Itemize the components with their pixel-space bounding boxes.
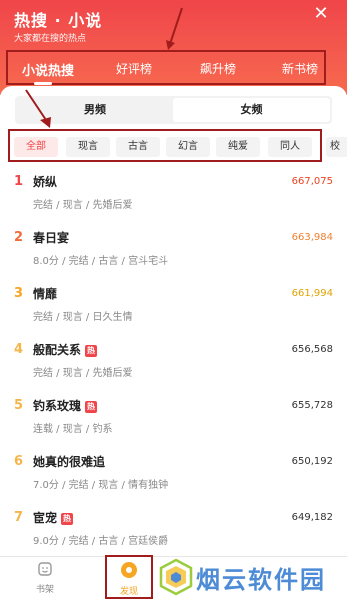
nav-bookshelf[interactable]: 书架 bbox=[25, 561, 65, 595]
gender-switch: 男频 女频 bbox=[15, 96, 332, 124]
book-meta: 9.0分 / 完结 / 古言 / 宫廷侯爵 bbox=[33, 536, 169, 547]
category-chip-bl[interactable]: 纯爱 bbox=[216, 137, 260, 157]
book-meta: 完结 / 现言 / 先婚后爱 bbox=[33, 200, 133, 211]
tab-active-indicator bbox=[34, 82, 52, 85]
bookshelf-icon bbox=[38, 562, 52, 576]
list-item[interactable]: 7 宦宠热 9.0分 / 完结 / 古言 / 宫廷侯爵 649,182 bbox=[0, 504, 347, 560]
category-chip-fanfic[interactable]: 同人 bbox=[268, 137, 312, 157]
nav-label: 书架 bbox=[35, 585, 54, 595]
hot-count: 649,182 bbox=[291, 512, 333, 523]
page-title: 热搜 · 小说 bbox=[14, 11, 103, 30]
category-chip-campus[interactable]: 校园 bbox=[326, 137, 347, 157]
watermark-logo-icon bbox=[159, 558, 193, 596]
rank-number: 1 bbox=[14, 174, 24, 189]
discover-highlight-box bbox=[105, 555, 153, 599]
book-meta: 完结 / 现言 / 日久生情 bbox=[33, 312, 133, 323]
book-title: 娇纵 bbox=[33, 175, 58, 189]
book-title: 情靡 bbox=[33, 287, 58, 301]
hot-count: 661,994 bbox=[291, 288, 333, 299]
list-item[interactable]: 5 钓系玫瑰热 连载 / 现言 / 钓系 655,728 bbox=[0, 392, 347, 448]
annotation-arrow-icon bbox=[25, 89, 51, 128]
category-chip-fantasy[interactable]: 幻言 bbox=[166, 137, 210, 157]
category-chip-modern[interactable]: 现言 bbox=[66, 137, 110, 157]
rank-number: 7 bbox=[14, 510, 24, 525]
tab-rising[interactable]: 飙升榜 bbox=[200, 60, 236, 77]
category-chip-ancient[interactable]: 古言 bbox=[116, 137, 160, 157]
hot-count: 655,728 bbox=[291, 400, 333, 411]
rank-number: 3 bbox=[14, 286, 24, 301]
hot-badge: 热 bbox=[85, 401, 98, 413]
rank-number: 2 bbox=[14, 230, 24, 245]
hot-badge: 热 bbox=[61, 513, 74, 525]
list-item[interactable]: 6 她真的很难追 7.0分 / 完结 / 现言 / 情有独钟 650,192 bbox=[0, 448, 347, 504]
book-title: 般配关系热 bbox=[33, 343, 98, 357]
book-title: 她真的很难追 bbox=[33, 455, 106, 469]
tab-good-reviews[interactable]: 好评榜 bbox=[116, 60, 152, 77]
category-chip-all[interactable]: 全部 bbox=[14, 137, 58, 157]
ranking-tabs: 小说热搜 好评榜 飙升榜 新书榜 bbox=[6, 50, 326, 85]
book-meta: 连载 / 现言 / 钓系 bbox=[33, 424, 113, 435]
hot-count: 656,568 bbox=[291, 344, 333, 355]
book-meta: 8.0分 / 完结 / 古言 / 宫斗宅斗 bbox=[33, 256, 169, 267]
watermark: 烟云软件园 bbox=[156, 555, 346, 600]
list-item[interactable]: 3 情靡 完结 / 现言 / 日久生情 661,994 bbox=[0, 280, 347, 336]
rank-number: 5 bbox=[14, 398, 24, 413]
hot-count: 667,075 bbox=[291, 176, 333, 187]
rank-number: 6 bbox=[14, 454, 24, 469]
book-meta: 完结 / 现言 / 先婚后爱 bbox=[33, 368, 133, 379]
list-item[interactable]: 1 娇纵 完结 / 现言 / 先婚后爱 667,075 bbox=[0, 168, 347, 224]
annotation-arrow-icon bbox=[166, 7, 183, 50]
book-title: 钓系玫瑰热 bbox=[33, 399, 98, 413]
page-subtitle: 大家都在搜的热点 bbox=[14, 34, 87, 44]
header: 热搜 · 小说 大家都在搜的热点 ✕ 小说热搜 好评榜 飙升榜 新书榜 bbox=[0, 0, 347, 95]
hot-badge: 热 bbox=[85, 345, 98, 357]
close-icon[interactable]: ✕ bbox=[311, 4, 331, 24]
list-item[interactable]: 2 春日宴 8.0分 / 完结 / 古言 / 宫斗宅斗 663,984 bbox=[0, 224, 347, 280]
list-item[interactable]: 4 般配关系热 完结 / 现言 / 先婚后爱 656,568 bbox=[0, 336, 347, 392]
book-title: 宦宠热 bbox=[33, 511, 74, 525]
rank-number: 4 bbox=[14, 342, 24, 357]
watermark-text: 烟云软件园 bbox=[196, 566, 326, 594]
hot-count: 650,192 bbox=[291, 456, 333, 467]
tab-novel-hot[interactable]: 小说热搜 bbox=[22, 60, 74, 79]
gender-female-tab[interactable]: 女频 bbox=[173, 98, 330, 122]
book-title: 春日宴 bbox=[33, 231, 70, 245]
hot-count: 663,984 bbox=[291, 232, 333, 243]
tab-new-books[interactable]: 新书榜 bbox=[282, 60, 318, 77]
book-meta: 7.0分 / 完结 / 现言 / 情有独钟 bbox=[33, 480, 169, 491]
